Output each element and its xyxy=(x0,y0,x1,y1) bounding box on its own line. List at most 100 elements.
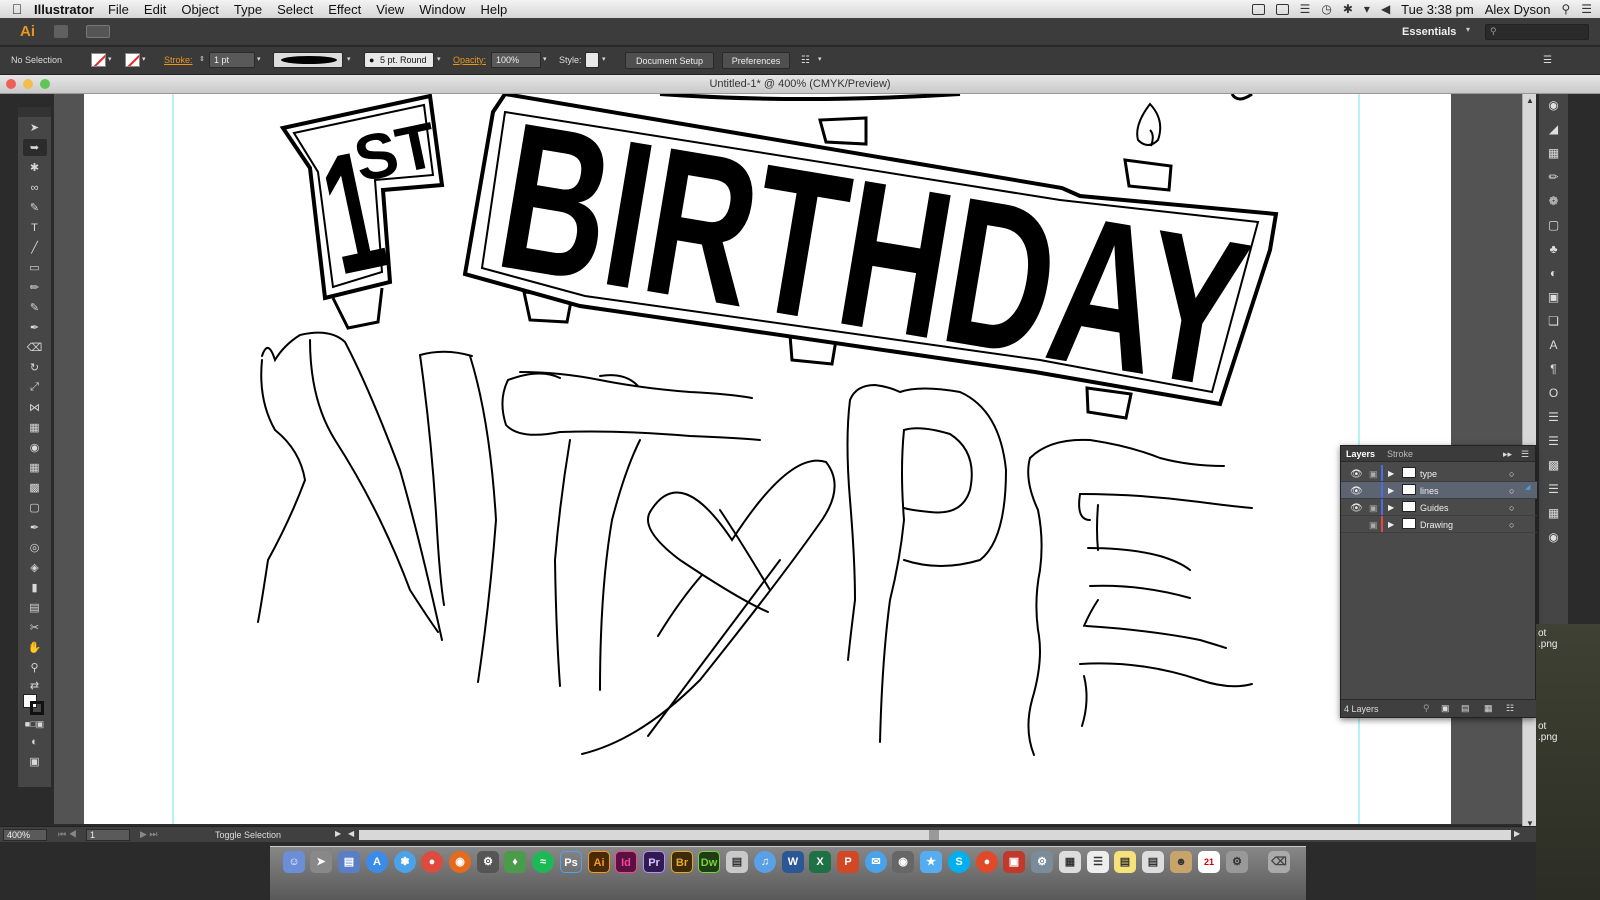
appearance-panel-icon[interactable]: ◐ xyxy=(1545,266,1563,282)
trash-icon[interactable]: ⌫ xyxy=(1268,851,1290,873)
fill-swatch[interactable] xyxy=(91,53,106,67)
pathfinder-panel-icon[interactable]: ❏ xyxy=(1545,314,1563,330)
control-bar-menu-icon[interactable]: ☰ xyxy=(1543,52,1553,68)
stroke-weight-input[interactable]: 1 pt xyxy=(209,52,255,68)
eye-icon[interactable]: 👁 xyxy=(1350,486,1363,497)
bridge-icon[interactable]: Br xyxy=(671,851,693,873)
creative-cloud-icon[interactable]: ☰ xyxy=(1300,2,1311,16)
opentype-panel-icon[interactable]: O xyxy=(1545,386,1563,402)
target-circle-icon[interactable]: ○ xyxy=(1509,503,1514,513)
graphic-styles-panel-icon[interactable]: ▣ xyxy=(1545,290,1563,306)
slice-tool-icon[interactable]: ✂ xyxy=(23,619,47,636)
textedit-icon[interactable]: ☰ xyxy=(1087,851,1109,873)
layers-panel-menu-icon[interactable]: ☰ xyxy=(1521,449,1529,460)
line-segment-tool-icon[interactable]: ╱ xyxy=(23,239,47,256)
twitter-icon[interactable]: ★ xyxy=(920,851,942,873)
layer-row-guides[interactable]: 👁 ▣ ▶ Guides ○ xyxy=(1341,499,1537,516)
direct-selection-tool-icon[interactable]: ➥ xyxy=(22,139,47,156)
tab-stroke[interactable]: Stroke xyxy=(1387,449,1413,459)
target-circle-icon[interactable]: ○ xyxy=(1509,486,1514,496)
stroke-weight-dropdown-icon[interactable]: ▾ xyxy=(257,52,267,68)
transform-panel-icon[interactable]: ▩ xyxy=(1545,458,1563,474)
menu-view[interactable]: View xyxy=(376,2,404,17)
minimize-window-icon[interactable] xyxy=(23,79,33,89)
delete-layer-icon[interactable]: ☷ xyxy=(1506,703,1514,714)
column-graph-tool-icon[interactable]: ▮ xyxy=(23,579,47,596)
stroke-dropdown-icon[interactable]: ▾ xyxy=(142,52,152,68)
status-text[interactable]: Toggle Selection xyxy=(215,830,281,840)
brushes-panel-icon[interactable]: ✏ xyxy=(1545,170,1563,186)
contacts-icon[interactable]: ☻ xyxy=(1170,851,1192,873)
illustrator-icon[interactable]: Ai xyxy=(588,851,610,873)
spotlight-search-icon[interactable]: ⚲ xyxy=(1561,2,1570,16)
messages-icon[interactable]: ✉ xyxy=(865,851,887,873)
workspace-chevron-icon[interactable]: ▾ xyxy=(1466,25,1470,34)
zoom-tool-icon[interactable]: ⚲ xyxy=(23,659,47,676)
document-setup-button[interactable]: Document Setup xyxy=(625,52,714,69)
rectangle-tool-icon[interactable]: ▭ xyxy=(23,259,47,276)
color-guide-panel-icon[interactable]: ◢ xyxy=(1545,122,1563,138)
expand-arrow-icon[interactable]: ▶ xyxy=(1388,520,1394,529)
new-layer-icon[interactable]: ▦ xyxy=(1484,703,1493,714)
last-artboard-icon[interactable]: ▶ ⏭ xyxy=(140,829,158,840)
opacity-dropdown-icon[interactable]: ▾ xyxy=(543,52,553,68)
arrange-documents-button[interactable] xyxy=(86,25,110,38)
desktop-file-label[interactable]: ot .png xyxy=(1538,628,1557,650)
layer-row-drawing[interactable]: ▣ ▶ Drawing ○ xyxy=(1341,516,1537,533)
preview-docs-icon[interactable]: ▤ xyxy=(1142,851,1164,873)
menu-type[interactable]: Type xyxy=(234,2,262,17)
dropbox-icon[interactable] xyxy=(1251,3,1265,15)
eraser-tool-icon[interactable]: ⌫ xyxy=(23,339,47,356)
navigator-panel-icon[interactable]: ◉ xyxy=(1545,530,1563,546)
screen-mode-icon[interactable]: ▣ xyxy=(23,753,47,770)
brush-definition[interactable]: ● 5 pt. Round xyxy=(364,52,434,68)
utility-app-icon[interactable]: ⚙ xyxy=(1031,851,1053,873)
lock-icon[interactable]: ▣ xyxy=(1369,469,1378,480)
layer-name[interactable]: lines xyxy=(1420,486,1439,496)
rotate-tool-icon[interactable]: ↻ xyxy=(23,359,47,376)
powerpoint-icon[interactable]: P xyxy=(837,851,859,873)
character-panel-icon[interactable]: A xyxy=(1545,338,1563,354)
preview-icon[interactable]: ▤ xyxy=(726,851,748,873)
app-menu[interactable]: Illustrator xyxy=(34,2,94,17)
make-clipping-mask-icon[interactable]: ▣ xyxy=(1441,703,1450,714)
layer-row-type[interactable]: 👁 ▣ ▶ type ○ xyxy=(1341,465,1537,482)
bridge-button[interactable] xyxy=(54,25,68,38)
mesh-tool-icon[interactable]: ▩ xyxy=(23,479,47,496)
artboards-panel-icon[interactable]: ☰ xyxy=(1545,434,1563,450)
firefox-icon[interactable]: ◉ xyxy=(449,851,471,873)
target-circle-icon[interactable]: ○ xyxy=(1509,469,1514,479)
bluetooth-icon[interactable]: ✱ xyxy=(1343,2,1353,16)
menu-effect[interactable]: Effect xyxy=(328,2,361,17)
stroke-swatch[interactable] xyxy=(125,53,140,67)
volume-icon[interactable]: ◀ xyxy=(1381,2,1390,16)
artboard[interactable]: 1 ST BIRTHDAY xyxy=(84,94,1451,824)
menu-edit[interactable]: Edit xyxy=(144,2,166,17)
swatches-panel-icon[interactable]: ▦ xyxy=(1545,146,1563,162)
user-name[interactable]: Alex Dyson xyxy=(1485,2,1551,17)
screen-icon[interactable] xyxy=(1275,3,1289,15)
scroll-up-icon[interactable]: ▲ xyxy=(1526,96,1534,105)
wifi-icon[interactable]: ▾ xyxy=(1364,2,1370,16)
stroke-stepper-icon[interactable]: ⇕ xyxy=(199,52,209,68)
steam-icon[interactable]: ⚙ xyxy=(477,851,499,873)
app-store-icon[interactable]: A xyxy=(366,851,388,873)
transparency-panel-icon[interactable]: ♣ xyxy=(1545,242,1563,258)
profile-dropdown-icon[interactable]: ▾ xyxy=(347,52,357,68)
calculator-icon[interactable]: ▦ xyxy=(1059,851,1081,873)
color-mode-icons[interactable]: ■□▣ xyxy=(23,718,47,730)
links-panel-icon[interactable]: ▦ xyxy=(1545,506,1563,522)
photo-booth-icon[interactable]: ▣ xyxy=(1003,851,1025,873)
scroll-right-icon[interactable]: ▶ xyxy=(1514,829,1520,838)
width-tool-icon[interactable]: ⋈ xyxy=(23,399,47,416)
graphic-style-swatch[interactable] xyxy=(585,52,599,68)
paragraph-panel-icon[interactable]: ¶ xyxy=(1545,362,1563,378)
horizontal-scrollbar[interactable] xyxy=(359,830,1511,840)
menu-file[interactable]: File xyxy=(108,2,129,17)
calendar-icon[interactable]: 21 xyxy=(1198,851,1220,873)
symbols-panel-icon[interactable]: ❁ xyxy=(1545,194,1563,210)
help-search-input[interactable]: ⚲ xyxy=(1485,24,1589,40)
gradient-tool-icon[interactable]: ▢ xyxy=(23,499,47,516)
apple-menu-icon[interactable]:  xyxy=(0,1,34,17)
layer-name[interactable]: type xyxy=(1420,469,1437,479)
